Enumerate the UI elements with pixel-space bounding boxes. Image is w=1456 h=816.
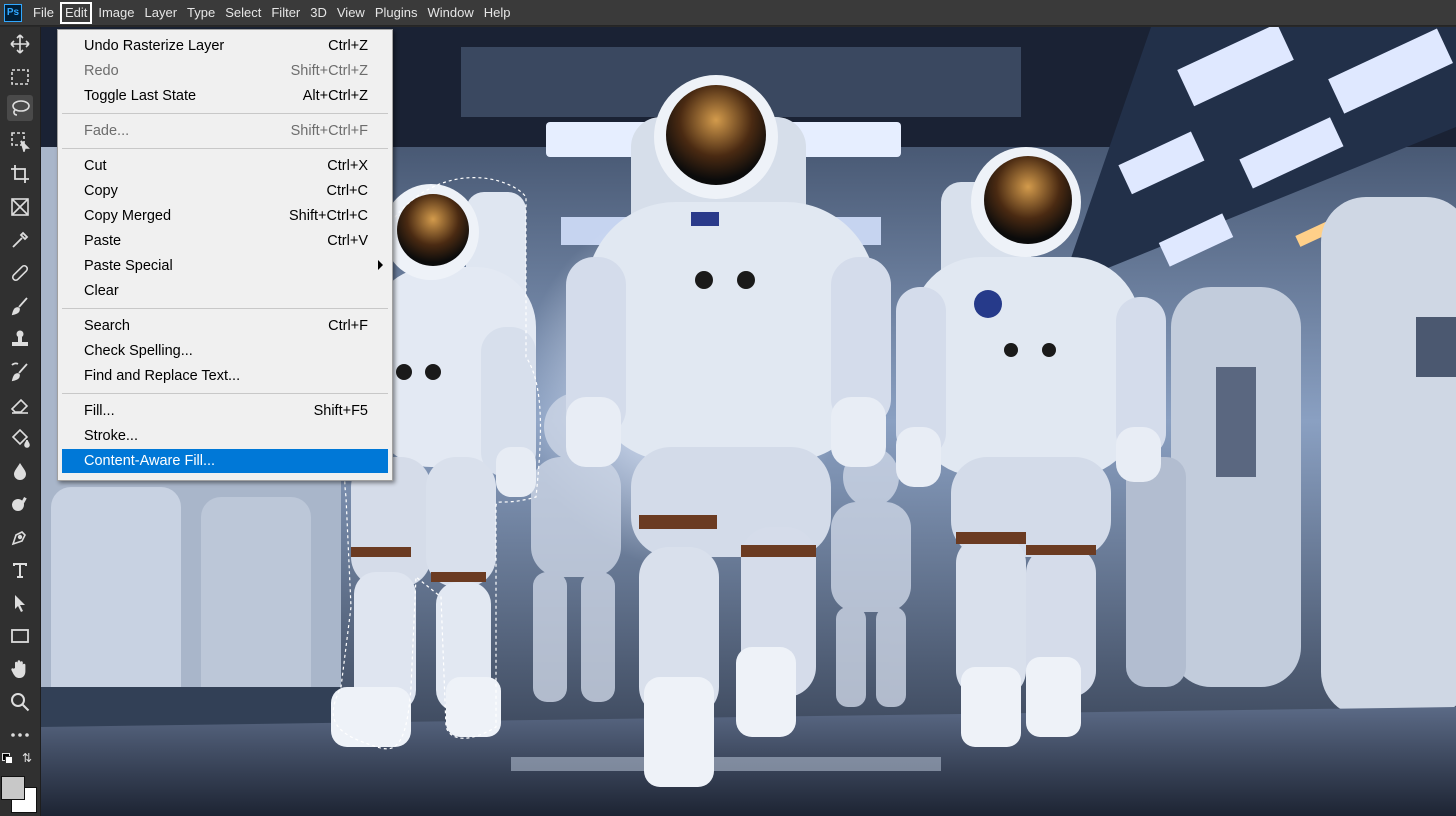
menu-item-cut[interactable]: Cut Ctrl+X — [62, 154, 388, 178]
menu-item-fill[interactable]: Fill... Shift+F5 — [62, 399, 388, 423]
menu-layer[interactable]: Layer — [141, 2, 182, 24]
hand-tool-icon[interactable] — [7, 656, 33, 682]
menu-item-paste[interactable]: Paste Ctrl+V — [62, 229, 388, 253]
menu-item-label: Fill... — [84, 403, 115, 419]
menu-item-label: Check Spelling... — [84, 343, 193, 359]
foreground-color-swatch[interactable] — [1, 776, 25, 800]
photoshop-logo-icon: Ps — [4, 3, 22, 22]
menu-item-label: Search — [84, 318, 130, 334]
menu-filter[interactable]: Filter — [267, 2, 304, 24]
menu-file[interactable]: File — [29, 2, 58, 24]
menu-type[interactable]: Type — [183, 2, 219, 24]
menu-plugins[interactable]: Plugins — [371, 2, 422, 24]
menu-item-shortcut: Ctrl+F — [328, 318, 368, 334]
menu-item-check-spelling[interactable]: Check Spelling... — [62, 339, 388, 363]
crop-tool-icon[interactable] — [7, 161, 33, 187]
edit-menu-dropdown: Undo Rasterize Layer Ctrl+Z Redo Shift+C… — [57, 29, 393, 481]
rectangle-tool-icon[interactable] — [7, 623, 33, 649]
menu-item-search[interactable]: Search Ctrl+F — [62, 314, 388, 338]
menu-item-fade: Fade... Shift+Ctrl+F — [62, 119, 388, 143]
menu-item-content-aware-fill[interactable]: Content-Aware Fill... — [62, 449, 388, 473]
eyedropper-tool-icon[interactable] — [7, 227, 33, 253]
eraser-tool-icon[interactable] — [7, 392, 33, 418]
menu-item-label: Copy — [84, 183, 118, 199]
menu-item-label: Clear — [84, 283, 119, 299]
menu-item-shortcut: Ctrl+Z — [328, 38, 368, 54]
menu-item-label: Fade... — [84, 123, 130, 139]
menu-item-label: Stroke... — [84, 428, 138, 444]
type-tool-icon[interactable] — [7, 557, 33, 583]
blur-tool-icon[interactable] — [7, 458, 33, 484]
menu-item-label: Paste Special — [84, 258, 173, 274]
move-tool-icon[interactable] — [7, 31, 33, 57]
history-brush-tool-icon[interactable] — [7, 359, 33, 385]
healing-brush-tool-icon[interactable] — [7, 260, 33, 286]
menu-item-shortcut: Ctrl+X — [327, 158, 368, 174]
menu-view[interactable]: View — [333, 2, 369, 24]
dodge-tool-icon[interactable] — [7, 491, 33, 517]
zoom-tool-icon[interactable] — [7, 689, 33, 715]
menu-help[interactable]: Help — [480, 2, 515, 24]
submenu-arrow-icon — [378, 260, 383, 270]
menu-item-shortcut: Ctrl+C — [326, 183, 369, 199]
menu-item-label: Undo Rasterize Layer — [84, 38, 225, 54]
marquee-tool-icon[interactable] — [7, 64, 33, 90]
menu-item-label: Toggle Last State — [84, 88, 197, 104]
menu-bar: Ps File Edit Image Layer Type Select Fil… — [0, 0, 1456, 26]
menu-item-stroke[interactable]: Stroke... — [62, 424, 388, 448]
paint-bucket-tool-icon[interactable] — [7, 425, 33, 451]
tools-panel: ⇅ — [0, 27, 41, 816]
menu-item-find-replace-text[interactable]: Find and Replace Text... — [62, 364, 388, 388]
menu-3d[interactable]: 3D — [306, 2, 331, 24]
menu-window[interactable]: Window — [423, 2, 477, 24]
menu-edit[interactable]: Edit — [59, 1, 93, 24]
menu-item-undo[interactable]: Undo Rasterize Layer Ctrl+Z — [62, 34, 388, 58]
menu-item-label: Content-Aware Fill... — [84, 453, 216, 469]
menu-item-label: Find and Replace Text... — [84, 368, 241, 384]
menu-item-toggle-last-state[interactable]: Toggle Last State Alt+Ctrl+Z — [62, 84, 388, 108]
menu-image[interactable]: Image — [94, 2, 138, 24]
menu-item-label: Copy Merged — [84, 208, 172, 224]
menu-separator — [62, 308, 388, 309]
pen-tool-icon[interactable] — [7, 524, 33, 550]
menu-separator — [62, 393, 388, 394]
clone-stamp-tool-icon[interactable] — [7, 326, 33, 352]
default-colors-icon[interactable] — [2, 753, 13, 764]
menu-separator — [62, 148, 388, 149]
menu-item-shortcut: Alt+Ctrl+Z — [302, 88, 368, 104]
menu-separator — [62, 113, 388, 114]
menu-item-shortcut: Ctrl+V — [327, 233, 368, 249]
menu-item-paste-special[interactable]: Paste Special — [62, 254, 388, 278]
menu-item-label: Paste — [84, 233, 122, 249]
menu-item-shortcut: Shift+Ctrl+F — [290, 123, 368, 139]
frame-tool-icon[interactable] — [7, 194, 33, 220]
menu-item-copy-merged[interactable]: Copy Merged Shift+Ctrl+C — [62, 204, 388, 228]
menu-item-clear[interactable]: Clear — [62, 279, 388, 303]
menu-item-label: Cut — [84, 158, 107, 174]
swap-colors-icon[interactable]: ⇅ — [22, 751, 32, 765]
path-selection-tool-icon[interactable] — [7, 590, 33, 616]
menu-item-copy[interactable]: Copy Ctrl+C — [62, 179, 388, 203]
lasso-tool-icon[interactable] — [7, 95, 33, 121]
menu-item-redo: Redo Shift+Ctrl+Z — [62, 59, 388, 83]
more-tools-icon[interactable] — [7, 722, 33, 748]
menu-item-shortcut: Shift+Ctrl+Z — [290, 63, 368, 79]
object-selection-tool-icon[interactable] — [7, 128, 33, 154]
brush-tool-icon[interactable] — [7, 293, 33, 319]
menu-select[interactable]: Select — [221, 2, 265, 24]
menu-item-label: Redo — [84, 63, 119, 79]
menu-item-shortcut: Shift+F5 — [313, 403, 368, 419]
menu-item-shortcut: Shift+Ctrl+C — [289, 208, 368, 224]
